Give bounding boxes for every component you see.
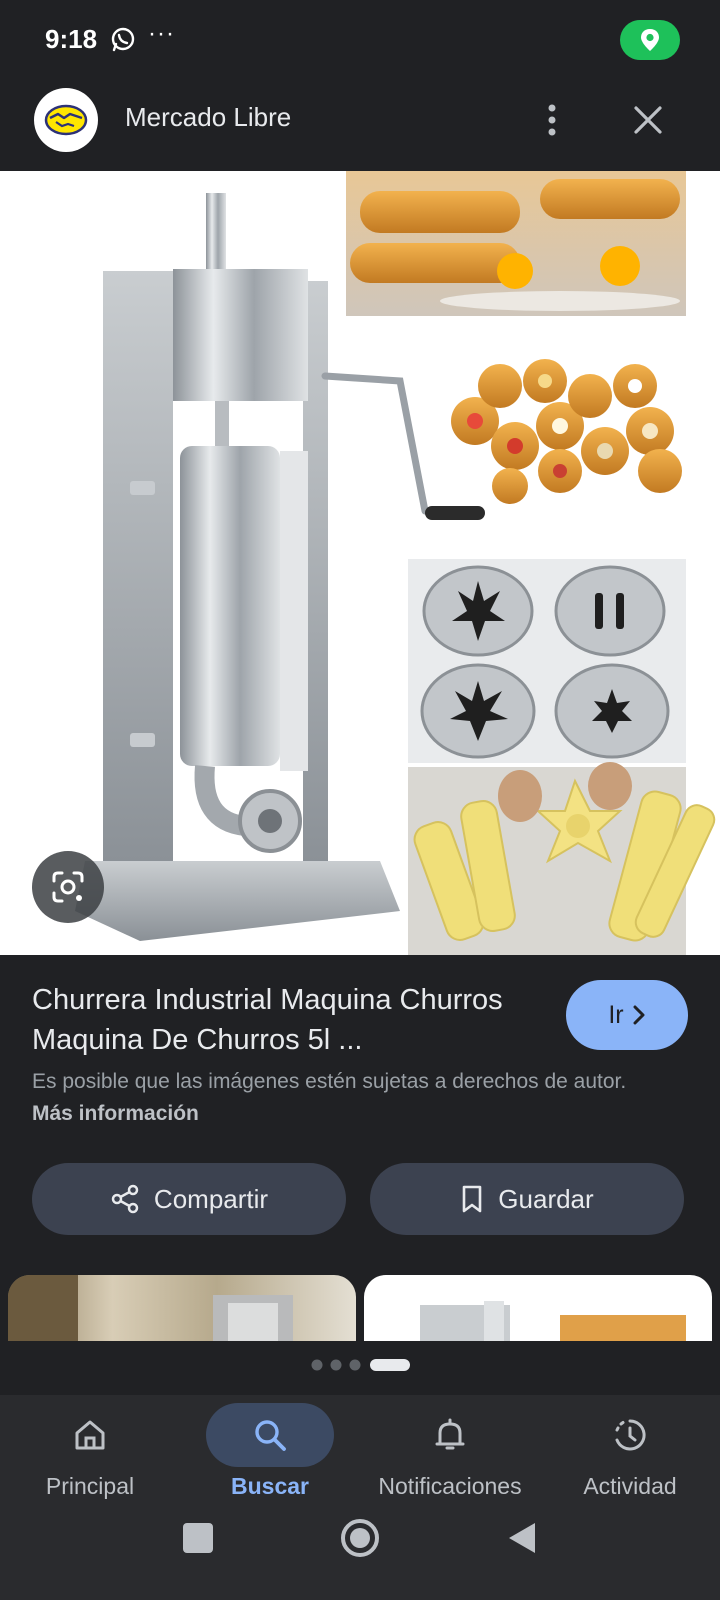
nav-label-buscar: Buscar — [231, 1473, 309, 1499]
page-dot — [349, 1359, 361, 1371]
home-icon — [75, 1420, 105, 1450]
recents-icon[interactable] — [183, 1523, 213, 1553]
more-info-link[interactable]: Más información — [32, 1102, 199, 1125]
churros-plate-photo — [346, 171, 686, 316]
share-label: Compartir — [153, 1183, 269, 1214]
page-dot — [311, 1359, 323, 1371]
nav-item-buscar[interactable]: Buscar — [180, 1395, 360, 1510]
notification-more-icon: ··· — [148, 20, 175, 47]
location-pin-icon — [641, 29, 659, 51]
dough-photo — [408, 762, 716, 955]
product-image[interactable] — [0, 171, 720, 955]
app-header: Mercado Libre — [0, 80, 720, 171]
related-thumbnail[interactable] — [364, 1275, 712, 1341]
copyright-notice: Es posible que las imágenes estén sujeta… — [32, 1066, 672, 1130]
back-icon[interactable] — [509, 1523, 535, 1553]
search-icon — [255, 1420, 286, 1451]
visit-button[interactable]: Ir — [566, 980, 688, 1050]
status-bar: 9:18 ··· — [0, 0, 720, 80]
nav-label-principal: Principal — [45, 1473, 135, 1499]
save-label: Guardar — [498, 1183, 594, 1214]
nav-label-notificaciones: Notificaciones — [378, 1473, 522, 1499]
bottom-navigation: Principal Buscar Notificaciones Activida… — [0, 1395, 720, 1510]
related-thumbnail[interactable] — [8, 1275, 356, 1341]
related-thumbnail-image — [420, 1301, 686, 1341]
page-indicator — [0, 1341, 720, 1395]
page-dot — [330, 1359, 342, 1371]
system-navigation-bar — [0, 1510, 720, 1600]
nav-item-principal[interactable]: Principal — [0, 1395, 180, 1510]
result-title[interactable]: Churrera Industrial Maquina Churros Maqu… — [32, 980, 552, 1060]
share-icon — [111, 1184, 139, 1214]
share-button[interactable]: Compartir — [32, 1163, 346, 1235]
nav-label-actividad: Actividad — [583, 1473, 677, 1499]
more-options-icon[interactable] — [540, 100, 564, 140]
nav-item-notificaciones[interactable]: Notificaciones — [360, 1395, 540, 1510]
nozzles-photo — [408, 559, 686, 763]
location-indicator — [620, 20, 680, 60]
whatsapp-icon — [111, 27, 135, 52]
activity-icon — [615, 1419, 646, 1451]
stuffed-churros-photo — [446, 321, 686, 504]
app-title: Mercado Libre — [125, 102, 292, 132]
product-collage — [75, 171, 716, 955]
page-dot-active — [370, 1359, 410, 1371]
close-icon[interactable] — [630, 102, 666, 138]
bookmark-icon — [462, 1185, 482, 1213]
lens-search-button[interactable] — [32, 851, 104, 923]
bell-icon — [435, 1418, 465, 1450]
nav-item-actividad[interactable]: Actividad — [540, 1395, 720, 1510]
mercado-libre-logo — [34, 88, 98, 152]
visit-button-label: Ir — [608, 1000, 624, 1029]
copyright-text: Es posible que las imágenes estén sujeta… — [32, 1070, 627, 1093]
chevron-right-icon — [633, 1005, 645, 1025]
google-lens-icon — [52, 871, 84, 903]
status-time: 9:18 — [45, 24, 98, 54]
save-button[interactable]: Guardar — [370, 1163, 684, 1235]
related-thumbnail-image — [8, 1275, 293, 1341]
